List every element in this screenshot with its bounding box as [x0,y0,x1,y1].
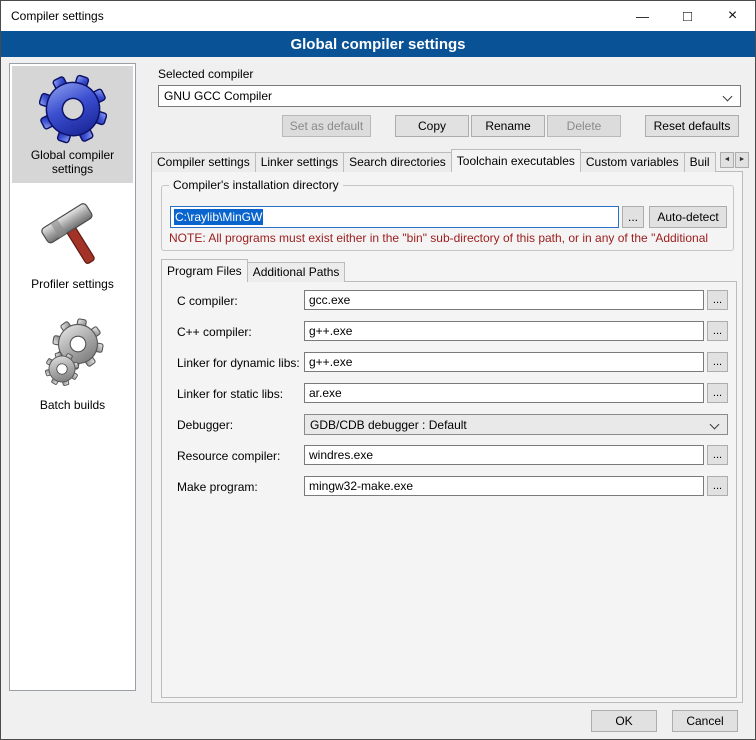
installation-directory-input[interactable]: C:\raylib\MinGW [170,206,619,228]
blue-gear-icon [39,72,107,144]
ok-button[interactable]: OK [591,710,657,732]
debugger-select[interactable]: GDB/CDB debugger : Default [304,414,728,435]
resource-compiler-label: Resource compiler: [177,449,280,463]
reset-defaults-button[interactable]: Reset defaults [645,115,739,137]
compiler-select-value: GNU GCC Compiler [164,89,272,103]
browse-button[interactable]: ... [707,445,728,465]
compiler-settings-window: Compiler settings — □ × Global compiler … [0,0,756,740]
browse-button[interactable]: ... [707,476,728,496]
dynamic-linker-label: Linker for dynamic libs: [177,356,300,370]
minimize-icon[interactable]: — [620,1,665,31]
installation-directory-label: Compiler's installation directory [169,178,343,192]
browse-button[interactable]: ... [707,383,728,403]
tab-custom-variables[interactable]: Custom variables [580,152,685,172]
sidebar-item-label: Global compiler settings [14,148,131,176]
static-linker-label: Linker for static libs: [177,387,283,401]
make-program-input[interactable] [304,476,704,496]
titlebar: Compiler settings — □ × [1,1,755,31]
browse-button[interactable]: ... [707,352,728,372]
delete-button: Delete [547,115,621,137]
window-controls: — □ × [620,1,755,31]
set-as-default-button: Set as default [282,115,371,137]
static-linker-input[interactable] [304,383,704,403]
chevron-down-icon [710,420,720,430]
window-title: Compiler settings [11,9,104,23]
tab-linker-settings[interactable]: Linker settings [255,152,344,172]
resource-compiler-input[interactable] [304,445,704,465]
sidebar-item-global-compiler-settings[interactable]: Global compiler settings [12,66,133,183]
browse-directory-button[interactable]: ... [622,206,644,228]
tab-build-options[interactable]: Buil [684,152,716,172]
gray-gears-icon [38,314,108,394]
browse-button[interactable]: ... [707,321,728,341]
sidebar-item-profiler-settings[interactable]: Profiler settings [12,193,133,298]
sidebar-item-label: Batch builds [40,398,105,412]
compiler-tabs: Compiler settings Linker settings Search… [151,149,717,172]
debugger-select-value: GDB/CDB debugger : Default [310,418,467,432]
rename-button[interactable]: Rename [471,115,545,137]
hammer-icon [41,199,105,273]
auto-detect-button[interactable]: Auto-detect [649,206,727,228]
cpp-compiler-label: C++ compiler: [177,325,252,339]
tab-additional-paths[interactable]: Additional Paths [247,262,346,282]
dynamic-linker-input[interactable] [304,352,704,372]
c-compiler-input[interactable] [304,290,704,310]
cancel-button[interactable]: Cancel [672,710,738,732]
tab-toolchain-executables[interactable]: Toolchain executables [451,149,581,172]
settings-category-sidebar: Global compiler settings Profiler setti [9,63,136,691]
maximize-icon[interactable]: □ [665,1,710,31]
browse-button[interactable]: ... [707,290,728,310]
make-program-label: Make program: [177,480,258,494]
tab-compiler-settings[interactable]: Compiler settings [151,152,256,172]
copy-button[interactable]: Copy [395,115,469,137]
c-compiler-label: C compiler: [177,294,238,308]
selected-compiler-label: Selected compiler [158,67,253,81]
tab-program-files[interactable]: Program Files [161,259,248,282]
chevron-down-icon [723,92,733,102]
tab-scroll-right-icon[interactable]: ► [735,152,749,168]
close-icon[interactable]: × [710,1,755,31]
tab-scroll-left-icon[interactable]: ◄ [720,152,734,168]
installation-directory-value: C:\raylib\MinGW [174,209,263,225]
cpp-compiler-input[interactable] [304,321,704,341]
note-text: NOTE: All programs must exist either in … [169,231,739,245]
sidebar-item-batch-builds[interactable]: Batch builds [12,308,133,419]
compiler-select[interactable]: GNU GCC Compiler [158,85,741,107]
program-files-tabs: Program Files Additional Paths [161,259,461,282]
debugger-label: Debugger: [177,418,233,432]
sidebar-item-label: Profiler settings [31,277,114,291]
tab-search-directories[interactable]: Search directories [343,152,452,172]
page-title: Global compiler settings [1,31,755,57]
